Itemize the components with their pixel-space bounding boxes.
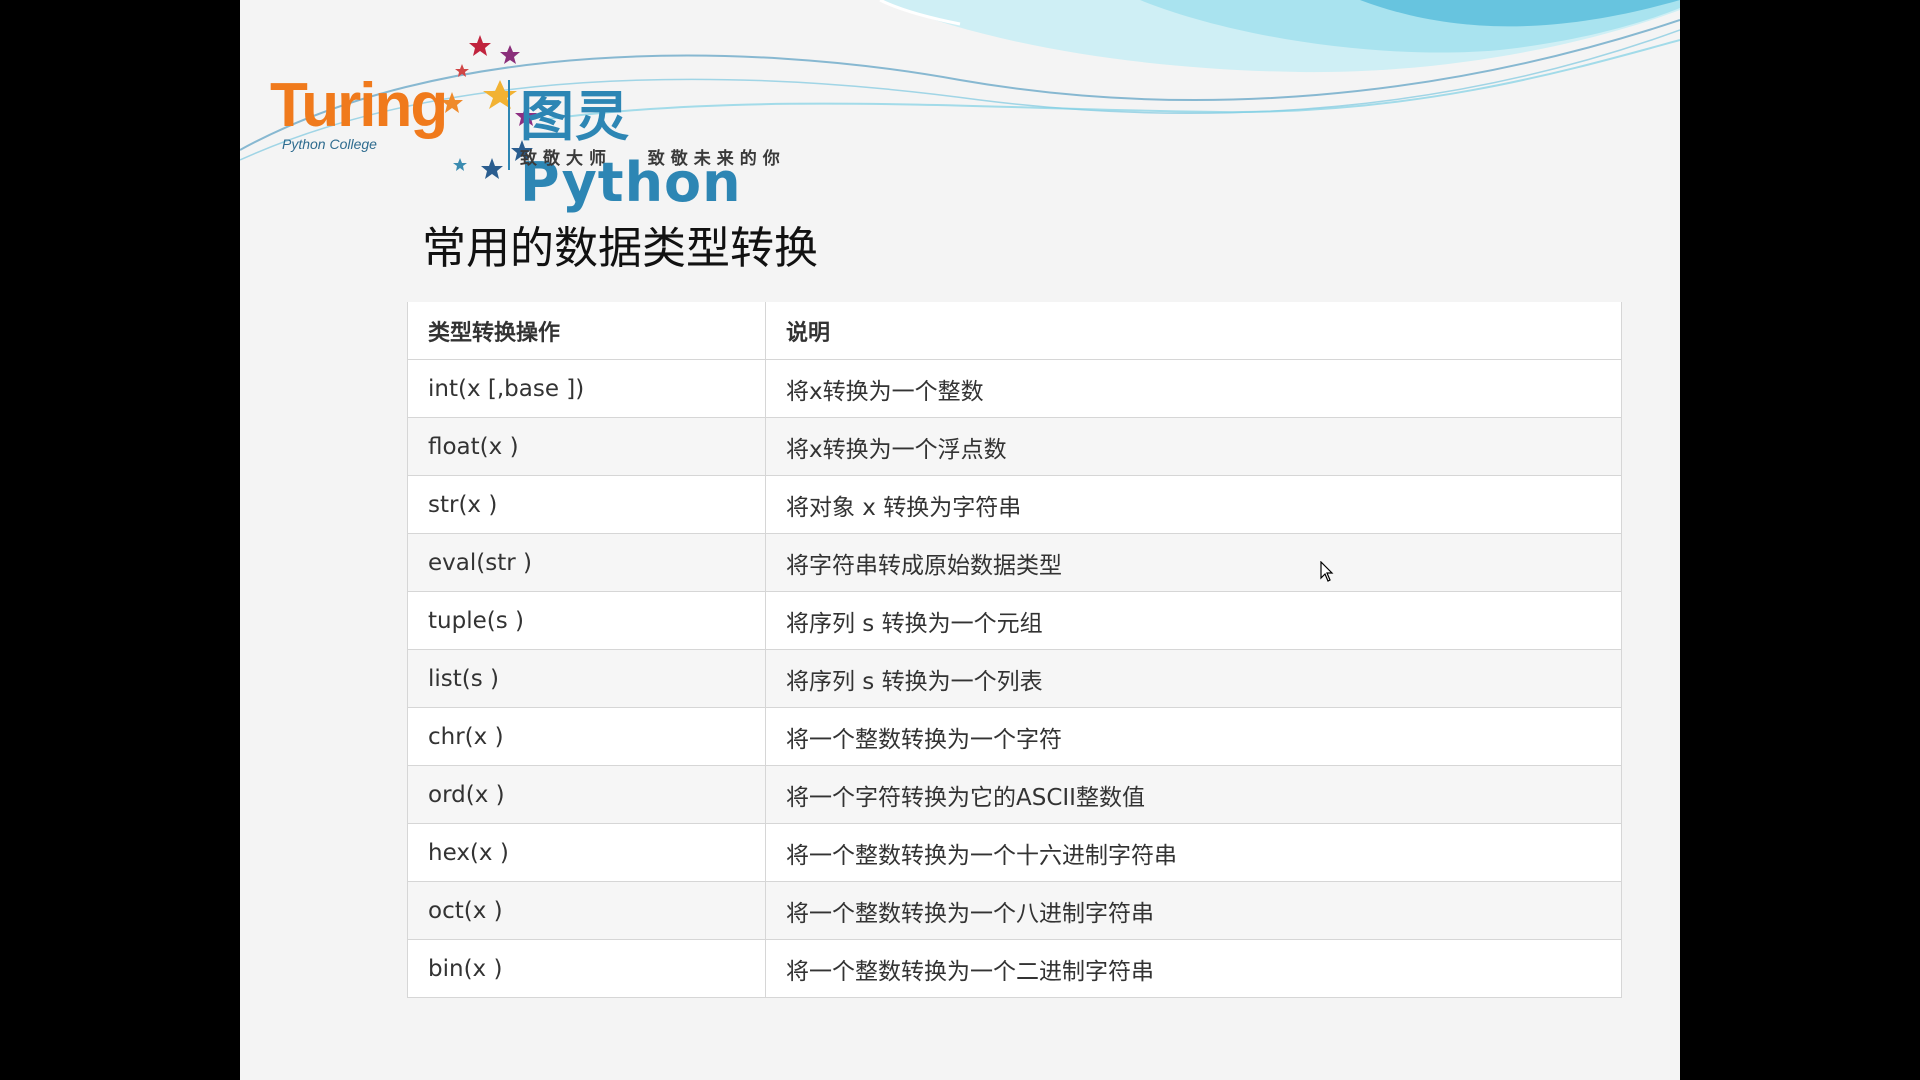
cell-operation: bin(x ) (407, 939, 766, 998)
header-operation: 类型转换操作 (407, 302, 766, 360)
logo-divider (508, 80, 510, 170)
cell-operation: ord(x ) (407, 765, 766, 824)
conversion-table: 类型转换操作 说明 int(x [,base ]) 将x转换为一个整数 floa… (407, 302, 1622, 998)
cell-description: 将一个整数转换为一个字符 (765, 707, 1622, 766)
table-row: int(x [,base ]) 将x转换为一个整数 (407, 359, 1622, 418)
screen: Turing Python College 图灵Python 致敬大师 致敬未来… (0, 0, 1920, 1080)
table-row: eval(str ) 将字符串转成原始数据类型 (407, 533, 1622, 592)
page-title: 常用的数据类型转换 (422, 223, 818, 274)
cell-operation: str(x ) (407, 475, 766, 534)
table-row: bin(x ) 将一个整数转换为一个二进制字符串 (407, 939, 1622, 998)
cell-description: 将一个整数转换为一个八进制字符串 (765, 881, 1622, 940)
logo-slogan: 致敬大师 致敬未来的你 (520, 149, 786, 169)
cell-operation: int(x [,base ]) (407, 359, 766, 418)
table-row: ord(x ) 将一个字符转换为它的ASCII整数值 (407, 765, 1622, 824)
cell-description: 将一个整数转换为一个二进制字符串 (765, 939, 1622, 998)
cell-operation: float(x ) (407, 417, 766, 476)
cell-description: 将序列 s 转换为一个列表 (765, 649, 1622, 708)
cell-operation: chr(x ) (407, 707, 766, 766)
table-row: oct(x ) 将一个整数转换为一个八进制字符串 (407, 881, 1622, 940)
cell-description: 将序列 s 转换为一个元组 (765, 591, 1622, 650)
turing-python-logo: Turing Python College 图灵Python 致敬大师 致敬未来… (270, 30, 830, 214)
cell-description: 将一个字符转换为它的ASCII整数值 (765, 765, 1622, 824)
conversion-table-container: 类型转换操作 说明 int(x [,base ]) 将x转换为一个整数 floa… (407, 302, 1622, 998)
cell-operation: hex(x ) (407, 823, 766, 882)
cell-operation: list(s ) (407, 649, 766, 708)
table-row: chr(x ) 将一个整数转换为一个字符 (407, 707, 1622, 766)
logo-college-text: Python College (282, 136, 377, 152)
logo-brand-text: 图灵Python (520, 85, 742, 214)
table-row: tuple(s ) 将序列 s 转换为一个元组 (407, 591, 1622, 650)
cell-description: 将x转换为一个整数 (765, 359, 1622, 418)
cell-description: 将x转换为一个浮点数 (765, 417, 1622, 476)
table-row: float(x ) 将x转换为一个浮点数 (407, 417, 1622, 476)
table-row: list(s ) 将序列 s 转换为一个列表 (407, 649, 1622, 708)
cell-operation: eval(str ) (407, 533, 766, 592)
cell-description: 将一个整数转换为一个十六进制字符串 (765, 823, 1622, 882)
cell-operation: tuple(s ) (407, 591, 766, 650)
cell-operation: oct(x ) (407, 881, 766, 940)
header-description: 说明 (765, 302, 1622, 360)
slide: Turing Python College 图灵Python 致敬大师 致敬未来… (240, 0, 1680, 1080)
table-row: hex(x ) 将一个整数转换为一个十六进制字符串 (407, 823, 1622, 882)
cell-description: 将字符串转成原始数据类型 (765, 533, 1622, 592)
table-header-row: 类型转换操作 说明 (407, 302, 1622, 360)
logo-wordmark: Turing (270, 71, 448, 140)
mouse-pointer-icon (1320, 561, 1334, 582)
table-row: str(x ) 将对象 x 转换为字符串 (407, 475, 1622, 534)
cell-description: 将对象 x 转换为字符串 (765, 475, 1622, 534)
